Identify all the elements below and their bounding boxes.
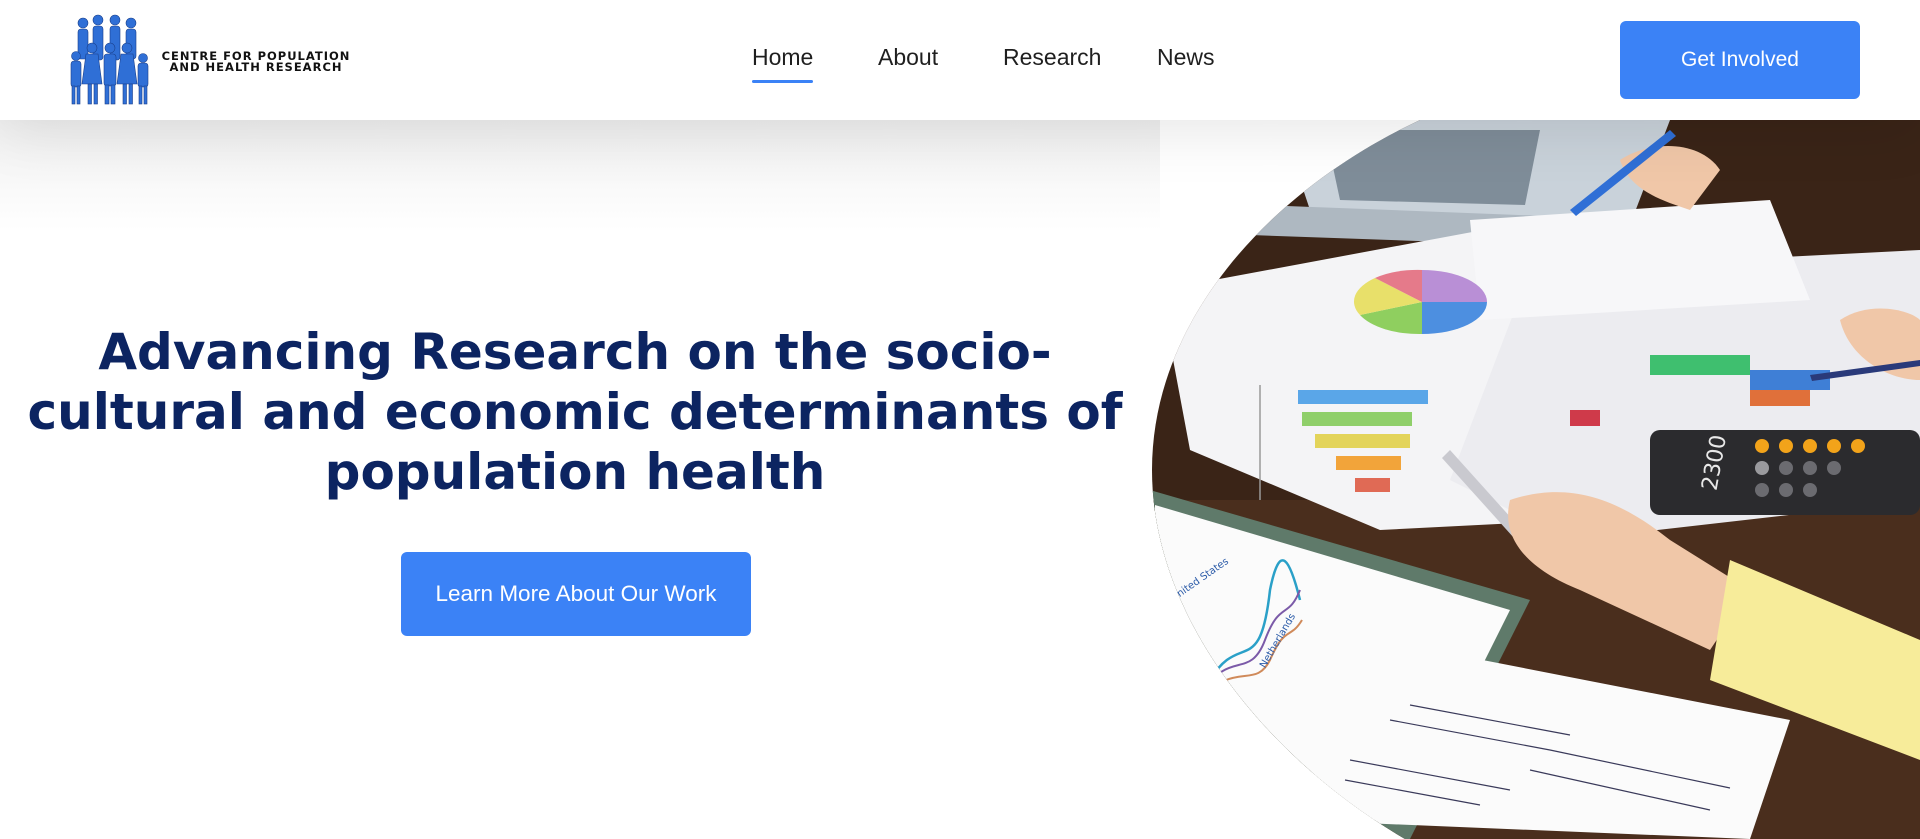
calculator: 2300 <box>1650 430 1920 515</box>
site-logo[interactable]: CENTRE FOR POPULATION AND HEALTH RESEARC… <box>68 14 349 106</box>
hero-shadow <box>0 120 1160 230</box>
site-header: CENTRE FOR POPULATION AND HEALTH RESEARC… <box>0 0 1920 120</box>
people-family-icon <box>70 14 149 105</box>
nav-about[interactable]: About <box>878 44 938 71</box>
learn-more-button[interactable]: Learn More About Our Work <box>401 552 751 636</box>
hero-photo: 2300 United States Netherlands <box>1152 120 1920 839</box>
nav-research[interactable]: Research <box>1003 44 1101 71</box>
get-involved-button[interactable]: Get Involved <box>1620 21 1860 99</box>
pie-chart-graphic <box>1353 269 1487 335</box>
nav-home[interactable]: Home <box>752 44 814 83</box>
logo-text-line-2: AND HEALTH RESEARCH <box>169 60 343 74</box>
logo-wordmark: CENTRE FOR POPULATION AND HEALTH RESEARC… <box>156 50 356 74</box>
nav-news[interactable]: News <box>1157 44 1215 71</box>
hero-title: Advancing Research on the socio-cultural… <box>27 323 1123 501</box>
